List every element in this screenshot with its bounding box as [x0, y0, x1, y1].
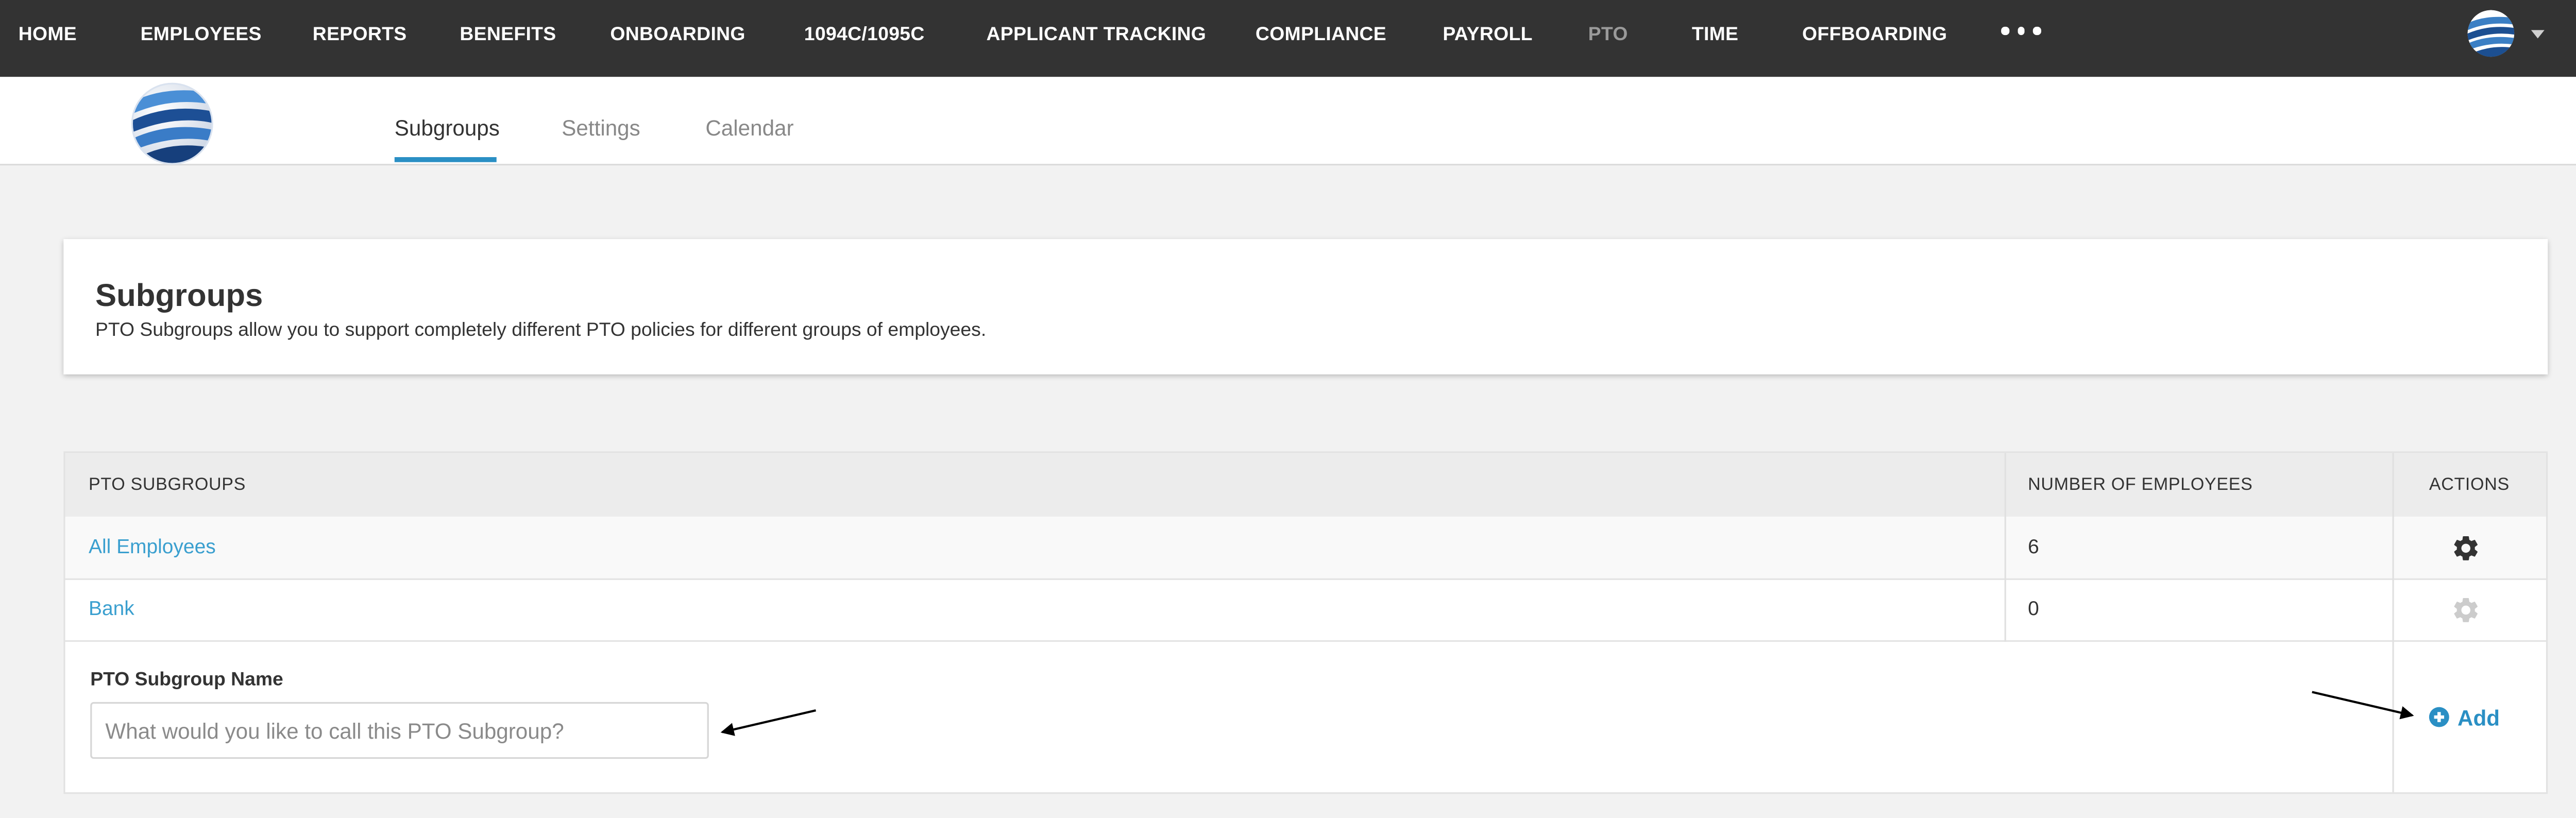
tab-settings[interactable]: Settings [562, 77, 640, 162]
subgroups-table: PTO SUBGROUPS NUMBER OF EMPLOYEES ACTION… [63, 451, 2548, 794]
employee-count: 0 [2028, 597, 2039, 620]
subgroup-link[interactable]: All Employees [89, 517, 216, 578]
plus-circle-icon [2429, 707, 2449, 727]
more-icon[interactable] [2001, 26, 2041, 35]
avatar-globe-icon[interactable] [2467, 10, 2515, 57]
gear-icon[interactable] [2451, 595, 2481, 625]
nav-item-benefits[interactable]: BENEFITS [460, 0, 556, 70]
add-button-label: Add [2458, 704, 2500, 730]
sub-header: Subgroups Settings Calendar [0, 77, 2576, 167]
column-divider [2004, 453, 2006, 642]
nav-item-employees[interactable]: EMPLOYEES [141, 0, 262, 70]
column-header-subgroups: PTO SUBGROUPS [88, 474, 246, 495]
table-row: Bank 0 [65, 578, 2546, 642]
table-header: PTO SUBGROUPS NUMBER OF EMPLOYEES ACTION… [65, 453, 2546, 518]
add-subgroup-button[interactable]: Add [2429, 702, 2500, 732]
nav-item-onboarding[interactable]: ONBOARDING [610, 0, 745, 70]
nav-item-home[interactable]: HOME [19, 0, 77, 70]
subgroup-name-input[interactable] [90, 702, 709, 759]
active-tab-indicator [394, 157, 497, 162]
tab-calendar[interactable]: Calendar [705, 77, 793, 162]
employee-count: 6 [2028, 535, 2039, 558]
subgroup-name-label: PTO Subgroup Name [90, 670, 283, 691]
nav-item-payroll[interactable]: PAYROLL [1443, 0, 1532, 70]
tab-subgroups[interactable]: Subgroups [395, 77, 500, 162]
chevron-down-icon[interactable] [2531, 30, 2545, 39]
nav-item-compliance[interactable]: COMPLIANCE [1256, 0, 1386, 70]
app-root: HOME EMPLOYEES REPORTS BENEFITS ONBOARDI… [0, 0, 2576, 817]
column-header-actions: ACTIONS [2429, 474, 2510, 495]
globe-logo-icon[interactable] [129, 80, 216, 167]
table-row: All Employees 6 [65, 516, 2546, 580]
subgroup-link[interactable]: Bank [89, 578, 134, 640]
top-navigation: HOME EMPLOYEES REPORTS BENEFITS ONBOARDI… [0, 0, 2576, 77]
page-title: Subgroups [95, 279, 263, 315]
column-divider [2392, 453, 2394, 793]
page-description: PTO Subgroups allow you to support compl… [95, 321, 987, 341]
nav-item-time[interactable]: TIME [1692, 0, 1738, 70]
nav-item-pto[interactable]: PTO [1588, 0, 1628, 70]
nav-item-1094c-1095c[interactable]: 1094C/1095C [804, 0, 925, 70]
nav-item-offboarding[interactable]: OFFBOARDING [1802, 0, 1947, 70]
nav-item-reports[interactable]: REPORTS [313, 0, 407, 70]
gear-icon[interactable] [2451, 533, 2481, 563]
column-header-employee-count: NUMBER OF EMPLOYEES [2028, 474, 2253, 495]
nav-item-applicant-tracking[interactable]: APPLICANT TRACKING [986, 0, 1206, 70]
subgroups-info-card: Subgroups PTO Subgroups allow you to sup… [63, 239, 2548, 374]
